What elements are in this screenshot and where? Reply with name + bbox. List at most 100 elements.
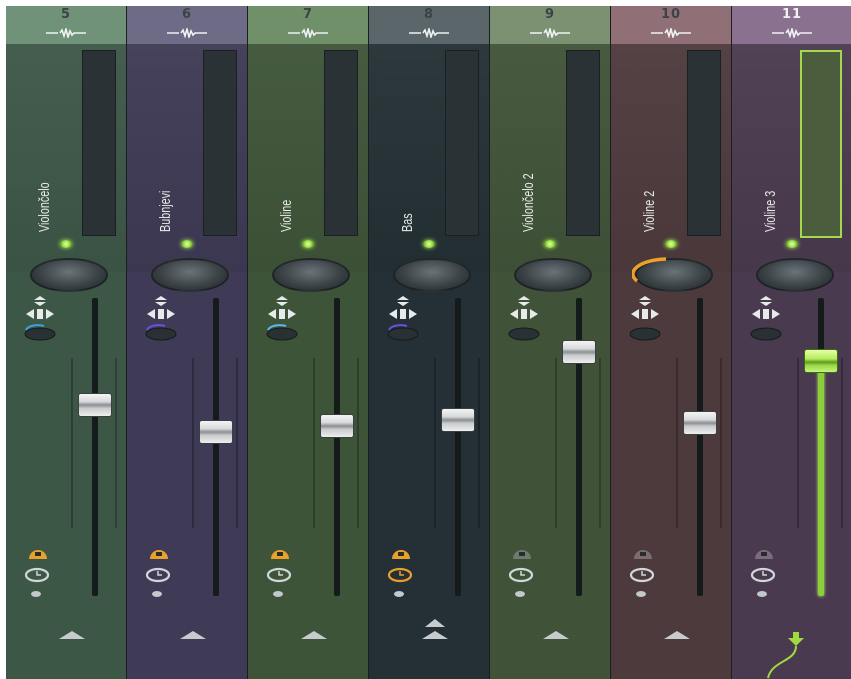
status-dot-icon [31,591,41,597]
mixer-strip-10[interactable]: 10 Violine 2 [611,6,732,679]
mixer-strip-7[interactable]: 7 Violine [248,6,369,679]
waveform-icon [167,28,207,38]
waveform-icon [288,28,328,38]
record-arm-icon[interactable] [751,546,777,562]
volume-fader-track[interactable] [213,298,219,596]
mute-led-icon[interactable] [423,240,435,248]
latency-clock-icon[interactable] [749,567,777,583]
pan-stereo-controls-icon[interactable] [498,294,550,344]
strip-name-label: Violončelo [36,182,53,232]
strip-number: 9 [544,7,556,22]
strip-header[interactable]: 10 [611,6,731,44]
pan-stereo-controls-icon[interactable] [619,294,671,344]
peak-meter [445,50,479,236]
status-dot-icon [394,591,404,597]
strip-name-label: Violine [278,199,295,232]
record-arm-icon[interactable] [25,546,51,562]
record-arm-icon[interactable] [509,546,535,562]
record-arm-icon[interactable] [388,546,414,562]
strip-name-label: Bas [399,213,416,232]
volume-fader-handle[interactable] [441,408,475,433]
route-arrow-icon[interactable] [425,619,445,627]
latency-clock-icon[interactable] [265,567,293,583]
route-arrow-icon[interactable] [664,631,690,639]
pan-stereo-controls-icon[interactable] [14,294,66,344]
strip-name-label: Violine 3 [762,190,779,232]
latency-clock-icon[interactable] [628,567,656,583]
volume-fader-handle[interactable] [562,339,596,364]
strip-name-label: Violine 2 [641,190,658,232]
volume-knob[interactable] [514,258,592,292]
strip-header[interactable]: 7 [248,6,368,44]
strip-number: 8 [423,7,435,22]
volume-fader-track[interactable] [697,298,703,596]
waveform-icon [409,28,449,38]
strip-name-label: Violončelo 2 [520,173,537,232]
pan-stereo-controls-icon[interactable] [377,294,429,344]
mute-led-icon[interactable] [181,240,193,248]
strip-number: 7 [302,7,314,22]
volume-fader-handle[interactable] [199,420,233,445]
pan-stereo-controls-icon[interactable] [740,294,792,344]
volume-knob[interactable] [272,258,350,292]
strip-header[interactable]: 9 [490,6,610,44]
mixer-strip-6[interactable]: 6 Bubnjevi [127,6,248,679]
mixer-strip-5[interactable]: 5 Violončelo [6,6,127,679]
record-arm-icon[interactable] [630,546,656,562]
latency-clock-icon[interactable] [507,567,535,583]
route-arrow-icon[interactable] [301,631,327,639]
mixer-strip-9[interactable]: 9 Violončelo 2 [490,6,611,679]
volume-fader-track[interactable] [334,298,340,596]
volume-fader-track[interactable] [455,298,461,596]
strip-name-label: Bubnjevi [157,190,174,232]
record-arm-icon[interactable] [146,546,172,562]
pan-stereo-controls-icon[interactable] [135,294,187,344]
volume-fader-handle[interactable] [320,414,354,439]
latency-clock-icon[interactable] [23,567,51,583]
peak-meter [566,50,600,236]
route-arrow-icon[interactable] [422,631,448,639]
peak-meter [203,50,237,236]
strip-header[interactable]: 5 [6,6,126,44]
volume-fader-track[interactable] [92,298,98,596]
mute-led-icon[interactable] [786,240,798,248]
route-arrow-icon[interactable] [59,631,85,639]
status-dot-icon [273,591,283,597]
route-arrow-icon[interactable] [543,631,569,639]
mixer-strip-11[interactable]: 11 Violine 3 [732,6,851,679]
volume-knob[interactable] [30,258,108,292]
mute-led-icon[interactable] [665,240,677,248]
mute-led-icon[interactable] [60,240,72,248]
mixer-strip-8[interactable]: 8 Bas [369,6,490,679]
latency-clock-icon[interactable] [144,567,172,583]
record-arm-icon[interactable] [267,546,293,562]
waveform-icon [651,28,691,38]
waveform-icon [46,28,86,38]
strip-header[interactable]: 8 [369,6,489,44]
route-arrow-icon[interactable] [180,631,206,639]
strip-number: 6 [181,7,193,22]
latency-clock-icon[interactable] [386,567,414,583]
volume-knob[interactable] [756,258,834,292]
peak-meter [82,50,116,236]
peak-meter [687,50,721,236]
strip-number: 5 [60,7,72,22]
volume-knob[interactable] [151,258,229,292]
strip-header[interactable]: 11 [732,6,851,44]
strip-number: 11 [781,7,803,22]
volume-fader-handle[interactable] [804,348,838,373]
mute-led-icon[interactable] [544,240,556,248]
route-to-master-icon[interactable] [762,632,822,679]
knob-arc-icon [632,257,667,283]
volume-knob[interactable] [393,258,471,292]
peak-meter [800,50,842,238]
strip-header[interactable]: 6 [127,6,247,44]
mixer-panel: 5 Violončelo 6 Bubnjevi 7 Violine 8 Bas 9 Violonč… [6,6,851,679]
status-dot-icon [636,591,646,597]
pan-stereo-controls-icon[interactable] [256,294,308,344]
status-dot-icon [757,591,767,597]
mute-led-icon[interactable] [302,240,314,248]
volume-fader-handle[interactable] [78,393,112,418]
volume-fader-fill [818,360,824,596]
volume-fader-handle[interactable] [683,411,717,436]
